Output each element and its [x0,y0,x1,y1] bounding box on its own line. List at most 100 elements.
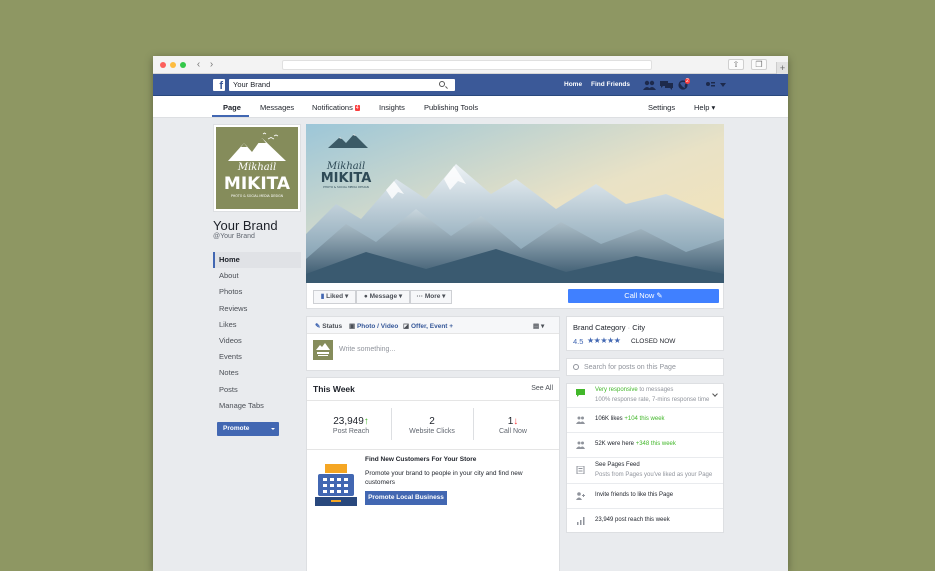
new-tab-button[interactable]: + [776,62,788,74]
promote-button[interactable]: Promote [217,422,279,436]
facebook-logo-icon[interactable]: f [213,79,225,92]
nav-home-link[interactable]: Home [564,81,582,88]
nav-find-friends-link[interactable]: Find Friends [591,81,630,88]
bar-chart-icon [577,517,585,525]
page-handle[interactable]: @Your Brand [213,233,255,240]
page-tabs-bar: Page Messages Notifications 4 Insights Pu… [153,96,788,118]
tab-settings[interactable]: Settings [648,103,675,112]
more-button[interactable]: ··· More ▾ [410,290,452,304]
open-status: CLOSED NOW [631,338,676,345]
minimize-window-button[interactable] [170,62,176,68]
stat-post-reach[interactable]: 23,949↑ Post Reach [311,416,391,435]
message-button[interactable]: ● Message ▾ [356,290,410,304]
profile-logo: Mikhail MIKITA PHOTO & SOCIAL MEDIA DESI… [216,127,298,209]
page-city[interactable]: City [632,323,645,332]
find-customers-title: Find New Customers For Your Store [365,456,477,463]
left-nav-videos[interactable]: Videos [213,333,301,349]
call-now-button[interactable]: Call Now ✎ [568,289,719,303]
pages-feed-description: Posts from Pages you've liked as your Pa… [595,471,713,478]
messages-icon[interactable] [660,80,673,90]
left-nav-events[interactable]: Events [213,349,301,365]
mountain-landscape-image: Mikhail MIKITA PHOTO & SOCIAL MEDIA DESI… [306,124,724,283]
responsiveness-row[interactable]: Very responsive to messages 100% respons… [567,384,723,408]
tab-notifications[interactable]: Notifications 4 [312,103,360,112]
stat-website-clicks[interactable]: 2 Website Clicks [392,416,472,435]
rating-stars-icon[interactable]: ★★★★★ [587,336,621,345]
forward-arrow-icon[interactable]: › [206,59,217,70]
back-arrow-icon[interactable]: ‹ [193,59,204,70]
tab-publishing-tools[interactable]: Publishing Tools [424,103,478,112]
message-icon: ● [363,293,368,300]
page-info-box: Brand Category · City 4.5 ★★★★★ CLOSED N… [566,316,724,351]
people-icon [576,441,585,449]
invite-friends-row[interactable]: Invite friends to like this Page [567,484,723,509]
post-reach-row[interactable]: 23,949 post reach this week [567,509,723,533]
more-button-label: More [424,293,441,300]
promote-button-label: Promote [223,425,250,432]
composer-tab-photo-video[interactable]: ▣ Photo / Video [349,322,398,330]
trend-down-icon: ↓ [513,416,519,427]
tab-help[interactable]: Help ▾ [694,103,715,112]
tabs-icon[interactable]: ❐ [751,59,767,70]
pages-feed-row[interactable]: See Pages Feed Posts from Pages you've l… [567,458,723,484]
promote-local-business-button[interactable]: Promote Local Business [365,491,447,505]
composer-options-icon[interactable]: ▤ ▾ [533,322,544,330]
pages-feed-title: See Pages Feed [595,462,640,468]
post-composer: ✎ Status ▣ Photo / Video ◪ Offer, Event … [306,316,560,371]
cover-logo-tagline: PHOTO & SOCIAL MEDIA DESIGN [323,185,369,189]
account-menu-icon[interactable] [705,80,727,90]
tab-page[interactable]: Page [223,103,241,112]
search-posts-placeholder: Search for posts on this Page [584,364,676,371]
friend-requests-icon[interactable] [643,80,656,90]
invite-friends-label: Invite friends to like this Page [595,492,674,498]
trend-up-icon: ↑ [363,416,369,427]
search-posts-input[interactable]: Search for posts on this Page [566,358,724,376]
mountain-logo-icon: Mikhail MIKITA PHOTO & SOCIAL MEDIA DESI… [224,132,291,198]
share-icon[interactable]: ⇧ [728,59,744,70]
composer-tab-offer-event[interactable]: ◪ Offer, Event + [403,322,453,330]
address-bar[interactable] [282,60,652,70]
page-category[interactable]: Brand Category [573,323,626,332]
stat-call-now[interactable]: 1↓ Call Now [473,416,553,435]
left-nav-likes[interactable]: Likes [213,317,301,333]
stat-post-reach-value: 23,949 [333,416,364,427]
caret-down-icon [271,428,275,432]
left-nav-posts[interactable]: Posts [213,382,301,398]
composer-tab-status[interactable]: ✎ Status [315,322,342,330]
left-nav-about[interactable]: About [213,268,301,284]
post-reach-label: 23,949 post reach this week [595,517,670,523]
left-nav-home[interactable]: Home [213,252,301,269]
more-dots-icon: ··· [416,293,424,300]
divider [307,449,559,450]
pencil-icon[interactable]: ✎ [656,291,662,300]
profile-logo-first: Mikhail [237,162,276,173]
people-icon [576,416,585,424]
composer-tabs: ✎ Status ▣ Photo / Video ◪ Offer, Event … [307,317,559,334]
tab-insights[interactable]: Insights [379,103,405,112]
liked-button-label: Liked [326,293,344,300]
tab-messages[interactable]: Messages [260,103,294,112]
add-person-icon [576,492,585,500]
left-nav-notes[interactable]: Notes [213,365,301,381]
page-action-bar: ▮ Liked ▾ ● Message ▾ ··· More ▾ Call No… [306,283,724,309]
likes-row[interactable]: 106K likes +104 this week [567,408,723,433]
see-all-link[interactable]: See All [531,385,553,392]
active-tab-indicator [212,115,249,117]
close-window-button[interactable] [160,62,166,68]
checkins-row[interactable]: 52K were here +348 this week [567,433,723,458]
liked-button[interactable]: ▮ Liked ▾ [313,290,356,304]
composer-input[interactable]: Write something... [339,346,395,353]
stat-post-reach-label: Post Reach [332,428,370,435]
left-nav-reviews[interactable]: Reviews [213,301,301,317]
search-icon[interactable] [439,81,445,87]
composer-tab-status-label: Status [322,323,343,330]
left-nav-manage-tabs[interactable]: Manage Tabs [213,398,301,414]
left-nav-photos[interactable]: Photos [213,284,301,300]
profile-picture[interactable]: Mikhail MIKITA PHOTO & SOCIAL MEDIA DESI… [213,124,301,212]
checkins-delta: +348 this week [635,441,676,447]
search-input[interactable]: Your Brand [229,79,455,91]
this-week-panel: This Week See All 23,949↑ Post Reach 2 W… [306,377,560,571]
chevron-down-icon[interactable] [712,391,718,397]
cover-photo[interactable]: Mikhail MIKITA PHOTO & SOCIAL MEDIA DESI… [306,124,724,283]
zoom-window-button[interactable] [180,62,186,68]
